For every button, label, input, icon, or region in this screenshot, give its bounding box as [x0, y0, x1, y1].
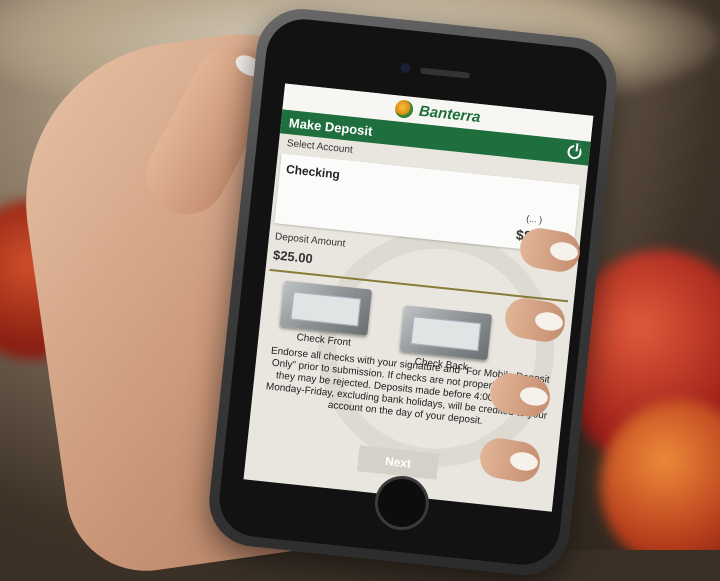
- next-button[interactable]: Next: [356, 445, 440, 480]
- deposit-amount-field[interactable]: $25.00: [272, 247, 313, 266]
- finger-2-nail: [533, 310, 565, 333]
- app-screen: Banterra Make Deposit Select Account Che…: [243, 83, 594, 512]
- check-front-label: Check Front: [296, 332, 352, 349]
- finger-1-nail: [548, 240, 580, 263]
- select-account-label: Select Account: [286, 138, 354, 156]
- finger-4-nail: [508, 450, 540, 473]
- front-camera: [399, 62, 411, 74]
- brand-name: Banterra: [418, 102, 482, 126]
- earpiece-speaker: [419, 67, 471, 79]
- deposit-amount-label: Deposit Amount: [274, 231, 346, 250]
- power-icon[interactable]: [566, 144, 583, 160]
- phone-bezel: Banterra Make Deposit Select Account Che…: [215, 15, 611, 569]
- finger-3-nail: [518, 385, 550, 408]
- smartphone: Banterra Make Deposit Select Account Che…: [204, 4, 622, 580]
- account-name: Checking: [285, 162, 341, 182]
- banterra-logo-icon: [394, 99, 415, 119]
- check-front-image[interactable]: [279, 280, 373, 336]
- page-title: Make Deposit: [288, 114, 374, 139]
- check-back-image[interactable]: [399, 305, 493, 361]
- account-number: (... ): [525, 213, 543, 226]
